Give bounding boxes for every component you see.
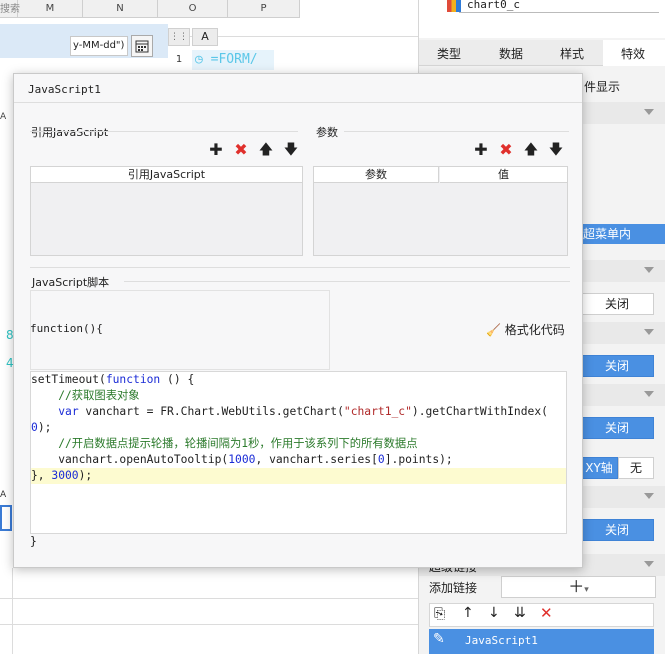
- chart-name: chart0_c: [467, 0, 520, 11]
- menu-in-option[interactable]: 超菜单内: [579, 224, 665, 244]
- tab-effects[interactable]: 特效: [621, 45, 645, 62]
- formula-cell[interactable]: ◷ =FORM/: [192, 50, 274, 70]
- dialog-title: JavaScript1: [28, 83, 101, 96]
- code-line-3: var vanchart = FR.Chart.WebUtils.getChar…: [58, 405, 548, 418]
- param-value-column-header: 值: [440, 167, 567, 183]
- code-line-7: }, 3000);: [31, 469, 93, 482]
- xy-axis-button[interactable]: XY轴: [580, 457, 618, 479]
- params-table[interactable]: 参数 值: [313, 166, 568, 256]
- none-button[interactable]: 无: [618, 457, 654, 479]
- params-divider: [344, 131, 569, 132]
- sheet-row-number: 1: [175, 54, 183, 65]
- move-down-ref-icon[interactable]: 🡇: [282, 141, 300, 159]
- link-item-label: JavaScript1: [465, 634, 538, 647]
- move-up-ref-icon[interactable]: 🡅: [257, 141, 275, 159]
- close-button-4[interactable]: 关闭: [580, 519, 654, 541]
- add-param-icon[interactable]: ✚: [472, 141, 490, 159]
- selected-cell[interactable]: [0, 505, 12, 531]
- params-section-label: 参数: [316, 126, 338, 139]
- copy-icon[interactable]: ⎘: [434, 606, 445, 622]
- chart-underline: [459, 12, 659, 13]
- ref-js-table[interactable]: 引用JavaScript: [30, 166, 303, 256]
- tab-data[interactable]: 数据: [499, 45, 523, 62]
- chart-header: chart0_c: [419, 0, 665, 38]
- ref-js-column-header: 引用JavaScript: [31, 167, 302, 183]
- col-header-n[interactable]: N: [83, 0, 158, 18]
- col-header-p[interactable]: P: [228, 0, 300, 18]
- left-cell-a: A: [0, 112, 7, 122]
- code-line-4: 0);: [31, 421, 52, 434]
- title-divider: [14, 102, 582, 103]
- script-section-label: JavaScript脚本: [32, 276, 110, 289]
- code-line-6: vanchart.openAutoTooltip(1000, vanchart.…: [31, 453, 453, 466]
- sort-icon[interactable]: ⇊: [514, 605, 526, 621]
- arrow-up-icon[interactable]: ↑: [462, 605, 474, 621]
- tab-bar: 类型 数据 样式 特效: [419, 40, 665, 66]
- col-header-o[interactable]: O: [158, 0, 228, 18]
- tab-type[interactable]: 类型: [437, 45, 461, 62]
- close-button-1[interactable]: 关闭: [580, 293, 654, 315]
- search-hint: 搜索: [0, 4, 20, 15]
- current-line-highlight: [31, 468, 566, 484]
- grid-menu-icon[interactable]: ⋮⋮: [168, 28, 190, 46]
- add-link-button[interactable]: ＋▾: [501, 576, 656, 598]
- bottom-cell-a: A: [0, 490, 7, 500]
- delete-ref-icon[interactable]: ✖: [232, 141, 250, 159]
- code-line-5: //开启数据点提示轮播，轮播间隔为1秒，作用于该系列下的所有数据点: [31, 437, 418, 450]
- link-toolbar: ⎘ ↑ ↓ ⇊ ✕: [429, 603, 654, 627]
- calendar-icon[interactable]: [131, 35, 153, 57]
- broom-icon: 🧹: [486, 323, 501, 337]
- param-name-column-header: 参数: [314, 167, 439, 183]
- move-up-param-icon[interactable]: 🡅: [522, 141, 540, 159]
- code-line-1: setTimeout(function () {: [31, 373, 195, 386]
- tab-style[interactable]: 样式: [560, 45, 584, 62]
- add-link-label: 添加链接: [429, 581, 478, 595]
- script-divider: [124, 281, 570, 282]
- grid-area: [12, 568, 262, 654]
- delete-param-icon[interactable]: ✖: [497, 141, 515, 159]
- function-header: function(){: [30, 322, 103, 335]
- closing-brace: }: [30, 535, 37, 548]
- condition-label: 件显示: [584, 80, 621, 94]
- format-code-label: 格式化代码: [504, 323, 565, 337]
- delete-link-icon[interactable]: ✕: [540, 604, 553, 622]
- edit-icon: ✎: [433, 631, 445, 647]
- format-code-button[interactable]: 🧹 格式化代码: [486, 321, 565, 338]
- close-button-3[interactable]: 关闭: [580, 417, 654, 439]
- ref-divider: [30, 131, 298, 132]
- chart-icon: [447, 0, 461, 12]
- sheet-col-header[interactable]: A: [192, 28, 218, 46]
- code-line-2: //获取图表对象: [31, 389, 140, 402]
- close-button-2[interactable]: 关闭: [580, 355, 654, 377]
- date-format-cell[interactable]: y-MM-dd"): [70, 36, 128, 56]
- code-editor[interactable]: setTimeout(function () { //获取图表对象 var va…: [30, 371, 567, 534]
- script-top-divider: [30, 267, 570, 268]
- ref-js-section-label: 引用JavaScript: [31, 126, 109, 139]
- arrow-down-icon[interactable]: ↓: [488, 605, 500, 621]
- link-list-item[interactable]: ✎ JavaScript1: [429, 629, 654, 654]
- javascript-dialog: JavaScript1 引用JavaScript ✚ ✖ 🡅 🡇 引用JavaS…: [13, 73, 583, 568]
- add-ref-icon[interactable]: ✚: [207, 141, 225, 159]
- move-down-param-icon[interactable]: 🡇: [547, 141, 565, 159]
